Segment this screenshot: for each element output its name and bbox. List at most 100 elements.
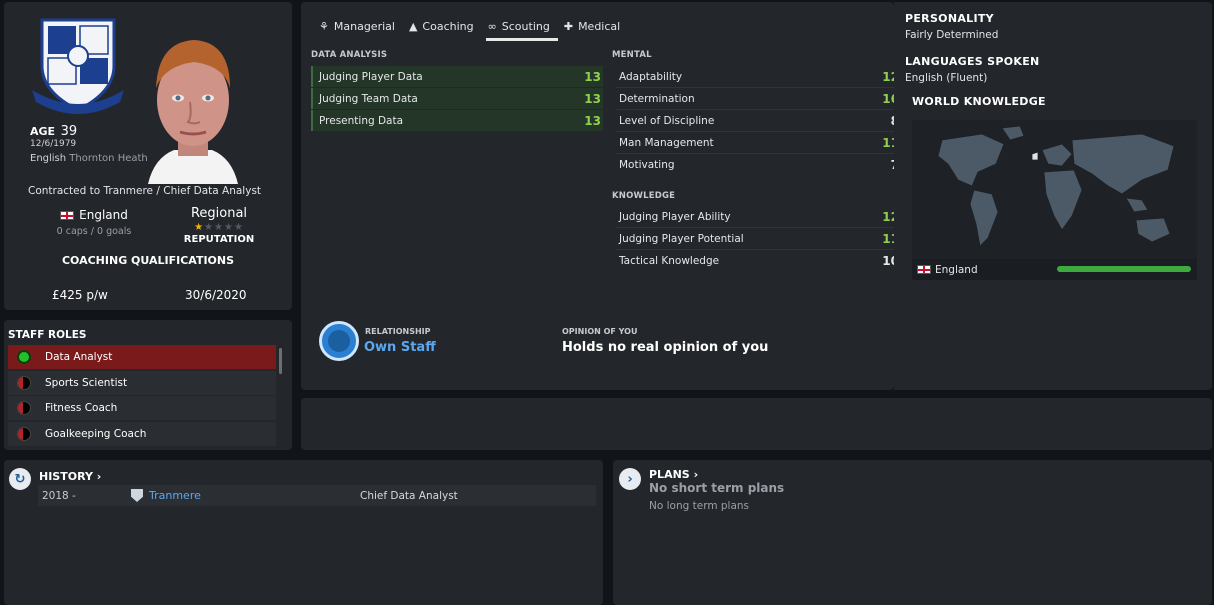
role-item-goalkeeping-coach[interactable]: Goalkeeping Coach (8, 422, 276, 446)
chevron-right-circle-icon: › (619, 468, 641, 490)
tab-label: Coaching (422, 20, 474, 33)
role-item-sports-scientist[interactable]: Sports Scientist (8, 371, 276, 395)
chevron-right-icon: › (693, 468, 699, 481)
star-icon: ★ (223, 222, 234, 233)
chevron-right-icon: › (96, 470, 102, 483)
tab-label: Scouting (501, 20, 550, 33)
knowledge-heading: KNOWLEDGE (612, 191, 676, 201)
attribute-name: Judging Player Data (319, 70, 423, 83)
history-row[interactable]: 2018 - Tranmere Chief Data Analyst (38, 485, 596, 506)
role-status-icon (17, 427, 31, 441)
contract-expiry-value: 30/6/2020 (185, 288, 247, 302)
coaching-qualifications-heading: COACHING QUALIFICATIONS (61, 254, 235, 267)
tab-scouting[interactable]: ∞ Scouting (485, 16, 559, 41)
birthplace: Thornton Heath (69, 153, 148, 164)
tab-coaching[interactable]: ▲ Coaching (407, 16, 482, 41)
info-column: PERSONALITY Fairly Determined LANGUAGES … (894, 2, 1212, 390)
role-label: Fitness Coach (45, 402, 118, 414)
attributes-panel: ⚘ Managerial ▲ Coaching ∞ Scouting ✚ Med… (301, 2, 899, 390)
attribute-name: Judging Team Data (319, 92, 418, 105)
star-icon: ★ (214, 222, 224, 233)
attribute-name: Determination (619, 92, 695, 105)
star-icon: ★ (233, 222, 244, 233)
attribute-row[interactable]: Level of Discipline 8 (613, 110, 901, 131)
relationship-icon (319, 321, 359, 361)
tab-label: Medical (578, 20, 621, 33)
plans-title-link[interactable]: PLANS › (649, 468, 698, 481)
attribute-row[interactable]: Determination 16 (613, 88, 901, 109)
tab-medical[interactable]: ✚ Medical (562, 16, 628, 41)
relationship-label: RELATIONSHIP (365, 327, 431, 336)
reputation-level: Regional (190, 206, 248, 221)
org-chart-icon: ⚘ (319, 20, 329, 33)
attribute-name: Adaptability (619, 70, 683, 83)
attribute-row[interactable]: Judging Player Data 13 (311, 66, 603, 87)
nationality-line: English Thornton Heath (30, 153, 148, 164)
attribute-name: Presenting Data (319, 114, 404, 127)
personality-value: Fairly Determined (905, 29, 999, 41)
data-analysis-heading: DATA ANALYSIS (311, 50, 388, 60)
role-item-fitness-coach[interactable]: Fitness Coach (8, 396, 276, 420)
club-crest-logo[interactable] (28, 14, 128, 118)
staff-roles-panel: STAFF ROLES Data Analyst Sports Scientis… (4, 320, 292, 450)
short-term-plans: No short term plans (649, 481, 785, 495)
attribute-name: Motivating (619, 158, 675, 171)
attribute-row[interactable]: Man Management 11 (613, 132, 901, 153)
attribute-row[interactable]: Judging Team Data 13 (311, 88, 603, 109)
reputation-block: Regional ★★★★★ REPUTATION (174, 206, 264, 242)
history-title: HISTORY (39, 470, 93, 483)
role-item-data-analyst[interactable]: Data Analyst (8, 345, 276, 369)
world-map-image[interactable] (912, 120, 1197, 260)
contract-text[interactable]: Contracted to Tranmere / Chief Data Anal… (28, 185, 261, 197)
world-country: England (935, 263, 978, 276)
reputation-stars: ★★★★★ (174, 222, 264, 233)
england-flag-icon (60, 210, 75, 220)
attribute-row[interactable]: Motivating 7 (613, 154, 901, 175)
tab-label: Managerial (333, 20, 395, 33)
history-club: Tranmere (149, 489, 201, 502)
tab-managerial[interactable]: ⚘ Managerial (317, 16, 403, 41)
date-of-birth: 12/6/1979 (30, 139, 77, 149)
languages-heading: LANGUAGES SPOKEN (905, 55, 1040, 68)
attribute-row[interactable]: Judging Player Potential 11 (613, 228, 901, 249)
attribute-name: Judging Player Ability (619, 210, 731, 223)
cones-icon: ▲ (408, 20, 418, 33)
plans-panel: › PLANS › No short term plans No long te… (613, 460, 1212, 605)
role-status-icon (17, 401, 31, 415)
attribute-value: 13 (584, 113, 601, 128)
attribute-value: 13 (584, 69, 601, 84)
staff-face-image (134, 32, 252, 184)
history-role: Chief Data Analyst (360, 489, 458, 502)
roles-scrollbar[interactable] (279, 348, 282, 374)
attribute-name: Judging Player Potential (619, 232, 744, 245)
personality-heading: PERSONALITY (905, 12, 994, 25)
star-icon: ★ (194, 222, 205, 233)
attribute-name: Level of Discipline (619, 114, 715, 127)
world-knowledge-row[interactable]: England (912, 259, 1197, 280)
role-label: Data Analyst (45, 351, 113, 363)
attribute-row[interactable]: Adaptability 12 (613, 66, 901, 87)
opinion-label: OPINION OF YOU (562, 327, 638, 336)
attribute-row[interactable]: Judging Player Ability 12 (613, 206, 901, 227)
history-club-link[interactable]: Tranmere (131, 489, 201, 502)
history-title-link[interactable]: HISTORY › (39, 470, 101, 483)
attribute-row[interactable]: Tactical Knowledge 10 (613, 250, 901, 271)
history-panel: ↻ HISTORY › 2018 - Tranmere Chief Data A… (4, 460, 603, 605)
age-label: AGE (30, 125, 56, 138)
reputation-label: REPUTATION (183, 234, 255, 242)
attribute-name: Tactical Knowledge (619, 254, 720, 267)
profile-panel: AGE 39 12/6/1979 English Thornton Heath … (4, 2, 292, 310)
empty-strip-panel (301, 398, 1212, 450)
nation-block[interactable]: England 0 caps / 0 goals (44, 208, 144, 237)
nationality-word: English (30, 153, 67, 164)
staff-roles-title: STAFF ROLES (8, 329, 87, 341)
attribute-row[interactable]: Presenting Data 13 (311, 110, 603, 131)
opinion-value: Holds no real opinion of you (562, 340, 769, 355)
binoculars-icon: ∞ (487, 20, 497, 33)
long-term-plans: No long term plans (649, 500, 750, 512)
role-status-icon (17, 376, 31, 390)
relationship-value: Own Staff (364, 340, 436, 355)
caps-goals: 0 caps / 0 goals (56, 226, 132, 237)
club-crest-icon (131, 489, 143, 502)
star-icon: ★ (204, 222, 215, 233)
